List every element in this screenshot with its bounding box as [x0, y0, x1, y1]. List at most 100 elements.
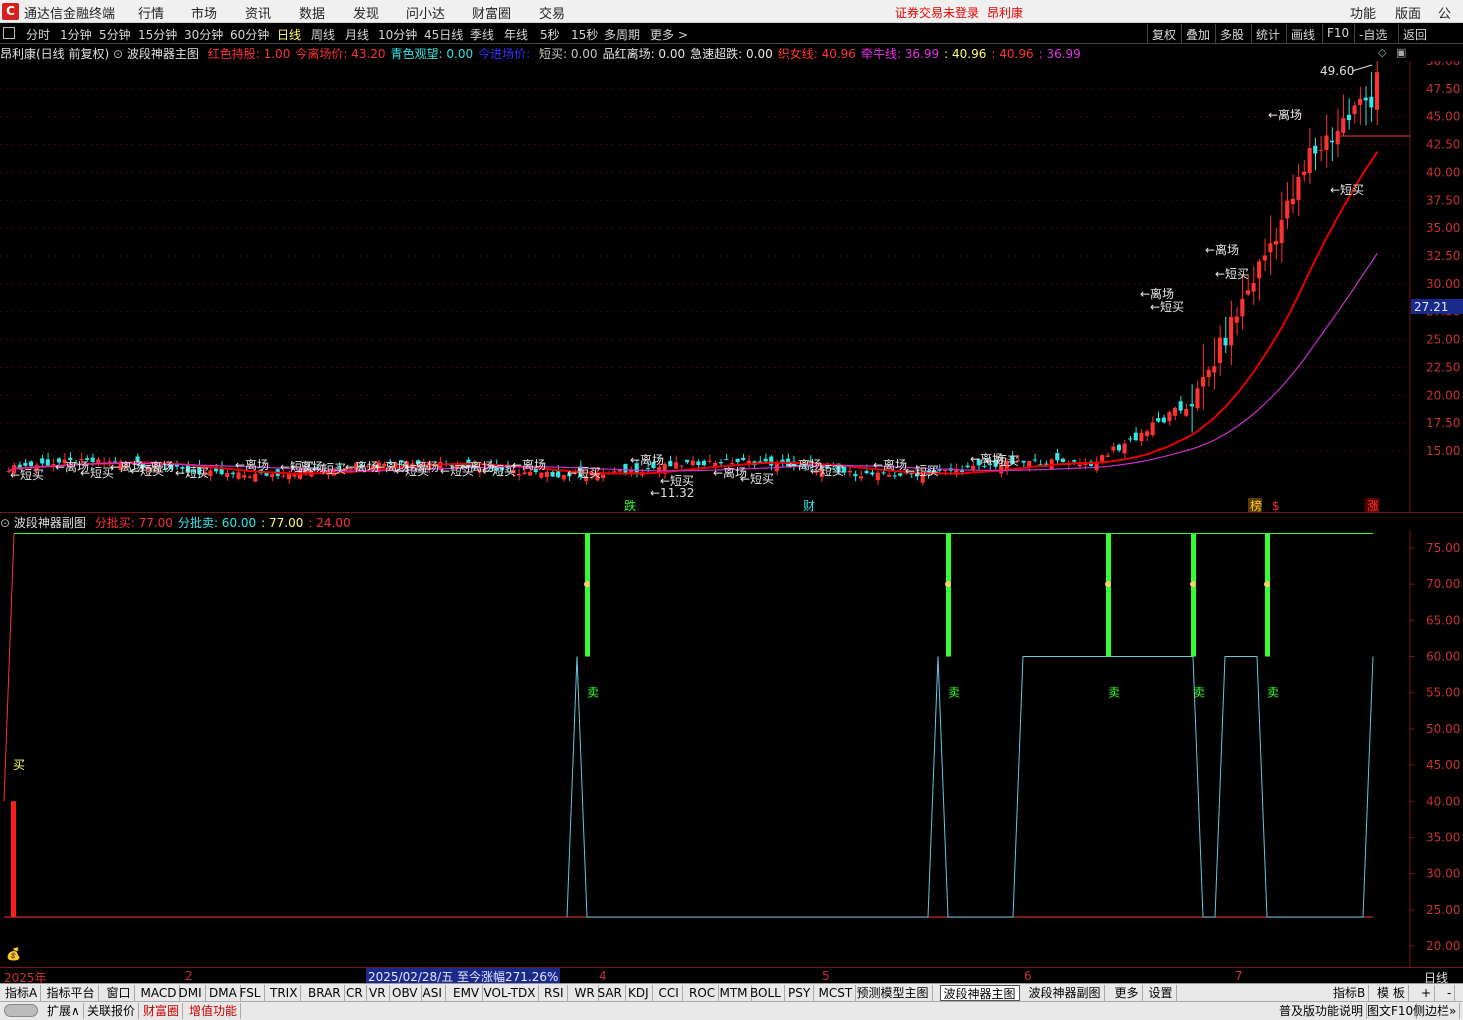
main-candlestick-chart[interactable]: 50.00 47.50 45.00 42.50 40.00 37.50 35.00 32.50… [0, 61, 1463, 513]
menu-zixun[interactable]: 资讯 [245, 3, 271, 22]
diejia-button[interactable]: 叠加 [1181, 24, 1214, 44]
candle-body [516, 473, 521, 476]
login-status[interactable]: 证券交易未登录 [895, 4, 979, 21]
candle-body [1217, 337, 1222, 364]
tab-23[interactable]: PSY [785, 985, 815, 1001]
candle-body [23, 462, 28, 466]
tab-8[interactable]: BRAR [305, 985, 345, 1001]
f10-button[interactable]: F10 [1322, 24, 1353, 44]
huaxian-button[interactable]: 画线 [1286, 24, 1319, 44]
candle-body [225, 472, 230, 478]
period-15sec[interactable]: 15秒 [571, 26, 598, 43]
tab-right-2[interactable]: + [1418, 985, 1436, 1001]
tab-right-0[interactable]: 指标B [1330, 985, 1370, 1001]
tab-15[interactable]: RSI [541, 985, 568, 1001]
menu-banmian[interactable]: 版面 [1395, 3, 1421, 22]
fuquan-button[interactable]: 复权 [1147, 24, 1180, 44]
tab-25[interactable]: 预测模型主图 [854, 985, 933, 1001]
duogu-button[interactable]: 多股 [1215, 24, 1248, 44]
tab-29[interactable]: 设置 [1146, 985, 1177, 1001]
period-fenshi[interactable]: 分时 [26, 26, 50, 43]
tab-6[interactable]: FSL [237, 985, 265, 1001]
menu-hangqing[interactable]: 行情 [138, 3, 164, 22]
bottom-tab-1[interactable]: 关联报价 [84, 1003, 140, 1019]
sub-indicator-values: 分批买: 77.00 分批卖: 60.00: 77.00: 24.00 [90, 516, 351, 530]
tab-7[interactable]: TRIX [267, 985, 302, 1001]
period-45day[interactable]: 45日线 [424, 26, 463, 43]
period-quarterly[interactable]: 季线 [470, 26, 494, 43]
toggle-switch[interactable] [4, 1004, 38, 1017]
menu-caifuquan[interactable]: 财富圈 [472, 3, 511, 22]
exit-signal-label: ←离场 [1205, 242, 1239, 257]
menu-wenxiaoda[interactable]: 问小达 [406, 3, 445, 22]
diamond-icon[interactable]: ◇ [1378, 46, 1386, 59]
period-1min[interactable]: 1分钟 [60, 26, 92, 43]
tab-12[interactable]: ASI [420, 985, 446, 1001]
tab-19[interactable]: CCI [656, 985, 683, 1001]
candle-body [1290, 198, 1295, 205]
candle-body [707, 460, 712, 462]
candle-body [96, 459, 101, 464]
candle-body [1032, 459, 1037, 461]
short-buy-signal-label: ←短买 [740, 472, 774, 486]
zixuan-button[interactable]: -自选 [1354, 24, 1391, 44]
period-yearly[interactable]: 年线 [504, 26, 528, 43]
back-button[interactable]: 返回 [1398, 24, 1431, 44]
tongji-button[interactable]: 统计 [1251, 24, 1284, 44]
tab-1[interactable]: 指标平台 [44, 985, 99, 1001]
tab-20[interactable]: ROC [686, 985, 720, 1001]
bottom-tab-3[interactable]: 增值功能 [186, 1003, 242, 1019]
sub-indicator-name[interactable]: 波段神器副图 [14, 516, 86, 530]
menu-shichang[interactable]: 市场 [191, 3, 217, 22]
candle-body [685, 459, 690, 463]
candle-body [1133, 432, 1138, 441]
tab-10[interactable]: VR [366, 985, 390, 1001]
bottom-tab-2[interactable]: 财富圈 [140, 1003, 184, 1019]
tab-22[interactable]: BOLL [747, 985, 785, 1001]
period-weekly[interactable]: 周线 [311, 26, 335, 43]
sub-indicator-chart[interactable]: 75.00 70.00 65.00 60.00 55.00 50.00 45.00 40.00… [0, 530, 1463, 967]
tab-26[interactable]: 波段神器主图 [939, 985, 1020, 1001]
tab-27[interactable]: 波段神器副图 [1026, 985, 1105, 1001]
sub-indicator-dropdown-icon[interactable]: ⊙ [0, 516, 10, 530]
period-30min[interactable]: 30分钟 [184, 26, 223, 43]
tab-9[interactable]: CR [343, 985, 367, 1001]
tab-13[interactable]: EMV [450, 985, 484, 1001]
tab-3[interactable]: MACD [138, 985, 181, 1001]
bottom-right-tab-2[interactable]: 侧边栏» [1410, 1003, 1461, 1019]
period-5min[interactable]: 5分钟 [99, 26, 131, 43]
period-monthly[interactable]: 月线 [345, 26, 369, 43]
period-60min[interactable]: 60分钟 [230, 26, 269, 43]
period-5sec[interactable]: 5秒 [540, 26, 560, 43]
tab-right-1[interactable]: 模 板 [1374, 985, 1409, 1001]
bottom-tab-0[interactable]: 扩展∧ [44, 1003, 84, 1019]
tab-4[interactable]: DMI [176, 985, 206, 1001]
menu-shuju[interactable]: 数据 [299, 3, 325, 22]
tab-18[interactable]: KDJ [625, 985, 653, 1001]
candle-body [1116, 444, 1122, 451]
period-more[interactable]: 更多 > [650, 26, 688, 43]
tab-2[interactable]: 窗口 [104, 985, 135, 1001]
indicator-dropdown-icon[interactable]: ⊙ [113, 47, 123, 61]
tab-24[interactable]: MCST [816, 985, 857, 1001]
period-daily[interactable]: 日线 [277, 26, 301, 43]
tab-14[interactable]: VOL-TDX [481, 985, 540, 1001]
tab-11[interactable]: OBV [389, 985, 422, 1001]
panel-max-icon[interactable]: ▣ [1396, 46, 1406, 59]
tab-0[interactable]: 指标A [2, 985, 42, 1001]
period-15min[interactable]: 15分钟 [138, 26, 177, 43]
sell-signal-label: 卖 [1108, 686, 1120, 700]
period-multi[interactable]: 多周期 [604, 26, 640, 43]
bottom-right-tab-0[interactable]: 普及版功能说明 [1276, 1003, 1368, 1019]
tab-17[interactable]: SAR [595, 985, 626, 1001]
menu-faxian[interactable]: 发现 [353, 3, 379, 22]
price-axis-label: 42.50 [1426, 138, 1460, 152]
menu-jiaoyi[interactable]: 交易 [539, 3, 565, 22]
main-indicator-name[interactable]: 波段神器主图 [127, 47, 199, 61]
sidebar-toggle-icon[interactable] [3, 27, 15, 39]
period-10min[interactable]: 10分钟 [378, 26, 417, 43]
tab-right-3[interactable]: - [1444, 985, 1456, 1001]
tab-28[interactable]: 更多 [1112, 985, 1143, 1001]
sell-signal-label: 卖 [948, 686, 960, 700]
menu-gongneng[interactable]: 功能 [1350, 3, 1376, 22]
